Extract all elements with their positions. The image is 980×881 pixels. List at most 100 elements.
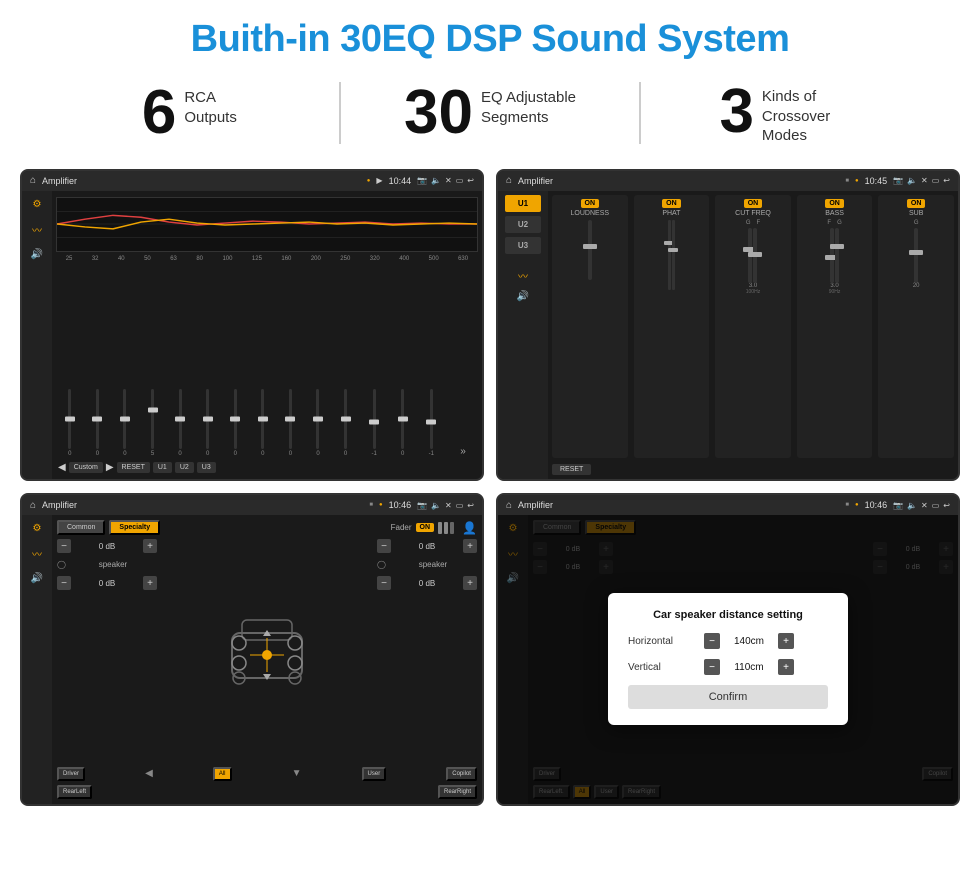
screen-eq-body: ⚙ 〰 🔊 25 32 40 xyxy=(22,191,482,480)
minus-btn-br[interactable]: − xyxy=(377,576,391,590)
eq-slider-track[interactable] xyxy=(344,389,347,449)
cross-filter-icon[interactable]: ⚙ xyxy=(33,523,42,534)
btn-rearright[interactable]: RearRight xyxy=(438,785,477,799)
confirm-button[interactable]: Confirm xyxy=(628,685,828,709)
horizontal-plus-btn[interactable]: + xyxy=(778,633,794,649)
screen-dialog-body: ⚙ 〰 🔊 Common Specialty − 0 dB + xyxy=(498,515,958,804)
eq-u2-btn[interactable]: U2 xyxy=(175,462,194,473)
bass-on-badge[interactable]: ON xyxy=(825,199,844,208)
eq-slider-val: 0 xyxy=(68,451,71,457)
amp-u3-btn[interactable]: U3 xyxy=(505,237,541,254)
close-icon-2: ✕ xyxy=(921,176,928,185)
screen-cross-topbar: ⌂ Amplifier ■ ● 10:46 📷 🔈 ✕ ▭ ↩ xyxy=(22,495,482,515)
sub-on-badge[interactable]: ON xyxy=(907,199,926,208)
freq-label: 80 xyxy=(196,256,203,262)
plus-btn-br[interactable]: + xyxy=(463,576,477,590)
loudness-on-badge[interactable]: ON xyxy=(581,199,600,208)
eq-slider-track[interactable] xyxy=(289,389,292,449)
close-icon-4: ✕ xyxy=(921,501,928,510)
left-arrow[interactable]: ◀ xyxy=(145,768,153,779)
volume-icon-2: 🔈 xyxy=(907,176,917,185)
db-value-tl: 0 dB xyxy=(74,542,140,551)
fader-on-badge[interactable]: ON xyxy=(416,523,435,532)
horizontal-minus-btn[interactable]: − xyxy=(704,633,720,649)
eq-slider-track[interactable] xyxy=(206,389,209,449)
minus-btn-tr[interactable]: − xyxy=(377,539,391,553)
stat-crossover-label: Kinds ofCrossover Modes xyxy=(762,81,862,146)
minus-btn-tl[interactable]: − xyxy=(57,539,71,553)
cross-body: − 0 dB + ◯ speaker − 0 dB + xyxy=(57,539,477,763)
cross-top-bar: Common Specialty Fader ON 👤 xyxy=(57,520,477,535)
eq-wave-icon[interactable]: 〰 xyxy=(32,222,42,237)
eq-u3-btn[interactable]: U3 xyxy=(197,462,216,473)
eq-slider-track[interactable] xyxy=(316,389,319,449)
dot2-icon: ● xyxy=(855,178,859,184)
btn-user[interactable]: User xyxy=(362,767,387,781)
play-icon-2[interactable]: ▶ xyxy=(106,462,114,473)
cross-wave-icon[interactable]: 〰 xyxy=(32,546,42,561)
eq-slider-track[interactable] xyxy=(430,389,433,449)
back-icon-4: ↩ xyxy=(943,501,950,510)
eq-slider-track[interactable] xyxy=(151,389,154,449)
phat-label: PHAT xyxy=(662,210,680,217)
home-icon-2: ⌂ xyxy=(506,175,512,186)
eq-slider-track[interactable] xyxy=(96,389,99,449)
eq-reset-btn[interactable]: RESET xyxy=(117,462,150,473)
bass-slider-g[interactable] xyxy=(835,228,839,283)
close-icon-3: ✕ xyxy=(445,501,452,510)
down-arrow[interactable]: ▼ xyxy=(292,768,302,779)
eq-slider-track[interactable] xyxy=(373,389,376,449)
eq-u1-btn[interactable]: U1 xyxy=(153,462,172,473)
screen-cross: ⌂ Amplifier ■ ● 10:46 📷 🔈 ✕ ▭ ↩ ⚙ 〰 🔊 Co… xyxy=(20,493,484,806)
minus-btn-bl[interactable]: − xyxy=(57,576,71,590)
plus-btn-tl[interactable]: + xyxy=(143,539,157,553)
cross-vol-icon[interactable]: 🔊 xyxy=(31,573,43,584)
eq-slider-track[interactable] xyxy=(234,389,237,449)
eq-slider-track[interactable] xyxy=(179,389,182,449)
window-icon-4: ▭ xyxy=(932,501,940,510)
eq-slider-track[interactable] xyxy=(68,389,71,449)
cutfreq-slider-f[interactable] xyxy=(753,228,757,283)
expand-icon[interactable]: » xyxy=(460,446,466,457)
stat-eq: 30 EQ AdjustableSegments xyxy=(341,82,642,144)
eq-filter-icon[interactable]: ⚙ xyxy=(33,199,42,210)
amp-reset-btn[interactable]: RESET xyxy=(552,464,591,475)
cross-right-controls: − 0 dB + ◯ speaker − 0 dB + xyxy=(377,539,477,763)
amp-volume-icon[interactable]: 🔊 xyxy=(517,291,529,302)
btn-copilot[interactable]: Copilot xyxy=(446,767,477,781)
sub-slider[interactable] xyxy=(914,228,918,283)
back-icon-2: ↩ xyxy=(943,176,950,185)
loudness-slider[interactable] xyxy=(588,220,592,280)
amp-wave-icon[interactable]: 〰 xyxy=(518,268,528,283)
freq-label: 63 xyxy=(170,256,177,262)
eq-slider-track[interactable] xyxy=(261,389,264,449)
eq-slider-track[interactable] xyxy=(123,389,126,449)
plus-btn-tr[interactable]: + xyxy=(463,539,477,553)
phat-on-badge[interactable]: ON xyxy=(662,199,681,208)
prev-icon[interactable]: ◀ xyxy=(58,462,66,473)
eq-preset-custom[interactable]: Custom xyxy=(69,462,103,473)
dialog-vertical-stepper[interactable]: − 110cm + xyxy=(704,659,794,675)
amp-u2-btn[interactable]: U2 xyxy=(505,216,541,233)
btn-driver[interactable]: Driver xyxy=(57,767,85,781)
topbar-icons-amp: 📷 🔈 ✕ ▭ ↩ xyxy=(893,176,950,185)
eq-slider-val: 0 xyxy=(96,451,99,457)
eq-slider-track[interactable] xyxy=(401,389,404,449)
tab-common[interactable]: Common xyxy=(57,520,105,535)
tab-specialty[interactable]: Specialty xyxy=(109,520,160,535)
sub-label: SUB xyxy=(909,210,923,217)
dot-icon-3: ■ xyxy=(369,502,373,508)
btn-rearleft[interactable]: RearLeft xyxy=(57,785,92,799)
vertical-plus-btn[interactable]: + xyxy=(778,659,794,675)
cutfreq-on-badge[interactable]: ON xyxy=(744,199,763,208)
bass-slider-f[interactable] xyxy=(830,228,834,283)
eq-slider-val: 0 xyxy=(123,451,126,457)
btn-all[interactable]: All xyxy=(213,767,232,781)
eq-volume-icon[interactable]: 🔊 xyxy=(31,249,43,260)
amp-u1-btn[interactable]: U1 xyxy=(505,195,541,212)
vertical-minus-btn[interactable]: − xyxy=(704,659,720,675)
home-icon-3: ⌂ xyxy=(30,500,36,511)
plus-btn-bl[interactable]: + xyxy=(143,576,157,590)
dialog-horizontal-stepper[interactable]: − 140cm + xyxy=(704,633,794,649)
loudness-label: LOUDNESS xyxy=(571,210,610,217)
